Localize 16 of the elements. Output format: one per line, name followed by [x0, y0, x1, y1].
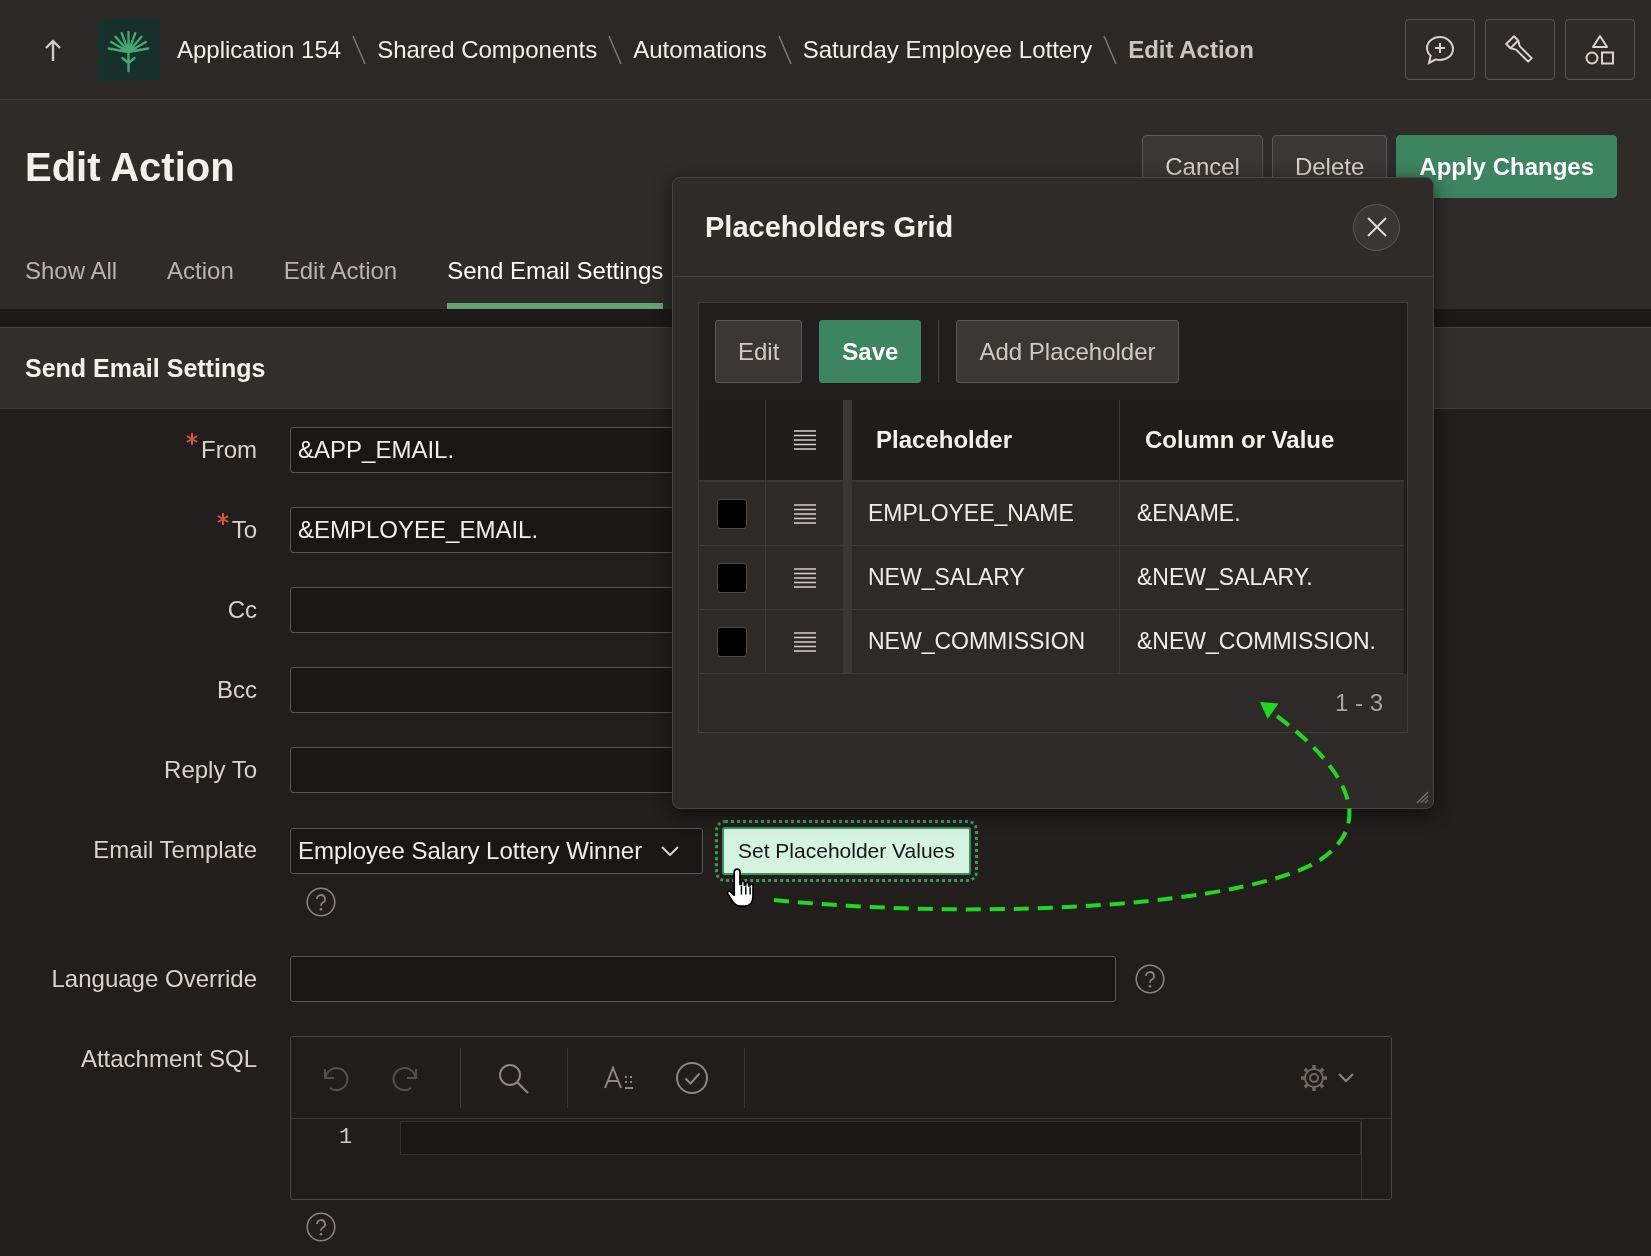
pagination-text: 1 - 3	[1334, 689, 1383, 717]
field-label: Reply To	[164, 755, 257, 785]
field-label: Cc	[227, 595, 257, 625]
field-label: From	[201, 435, 257, 465]
field-label: To	[231, 515, 257, 545]
line-number: 1	[338, 1124, 353, 1152]
table-cell-text: &NEW_COMMISSION.	[1136, 627, 1377, 656]
field-label: Language Override	[51, 964, 257, 994]
table-cell-text: &NEW_SALARY.	[1136, 563, 1314, 592]
field-label: Bcc	[217, 675, 257, 705]
field-label: Attachment SQL	[80, 1044, 257, 1074]
field-label: Email Template	[93, 835, 257, 865]
dialog-title: Placeholders Grid	[705, 210, 954, 245]
region-title: Send Email Settings	[25, 353, 266, 384]
page-title: Edit Action	[25, 143, 235, 191]
table-cell-text: &ENAME.	[1136, 499, 1242, 528]
